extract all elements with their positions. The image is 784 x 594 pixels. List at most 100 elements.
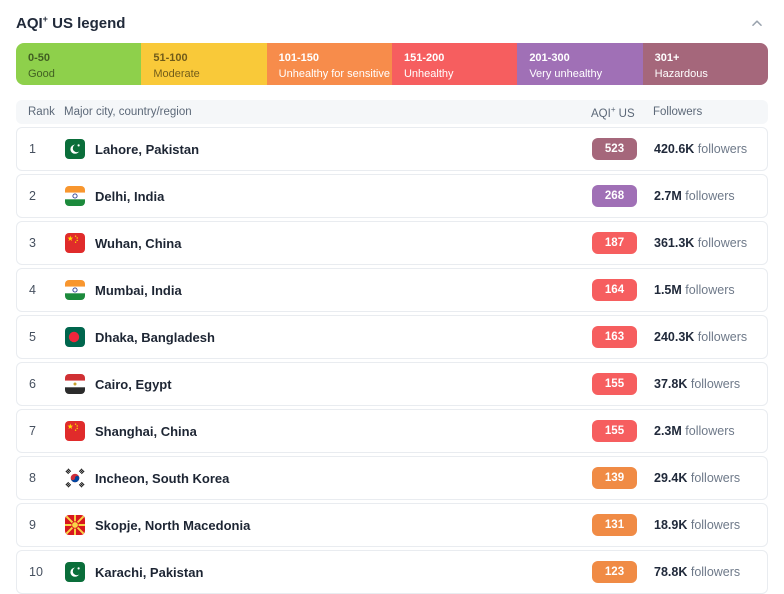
followers-count: 420.6K bbox=[654, 142, 694, 156]
column-header-aqi: AQI+ US bbox=[591, 105, 653, 120]
legend-segment: 101-150 Unhealthy for sensitive groups bbox=[267, 43, 392, 85]
legend-range: 51-100 bbox=[153, 50, 262, 67]
legend-label: Unhealthy bbox=[404, 67, 513, 83]
followers-count: 37.8K bbox=[654, 377, 687, 391]
legend-range: 151-200 bbox=[404, 50, 513, 67]
followers-cell: 18.9K followers bbox=[654, 518, 755, 532]
aqi-badge: 139 bbox=[592, 467, 637, 489]
legend-range: 101-150 bbox=[279, 50, 388, 67]
table-row[interactable]: 6 Cairo, Egypt 155 37.8K followers bbox=[16, 362, 768, 406]
table-row[interactable]: 7 Shanghai, China 155 2.3M followers bbox=[16, 409, 768, 453]
aqi-badge: 163 bbox=[592, 326, 637, 348]
flag-kr-icon bbox=[65, 468, 85, 488]
flag-in-icon bbox=[65, 186, 85, 206]
flag-pk-icon bbox=[65, 562, 85, 582]
page-title-suffix: US legend bbox=[48, 15, 126, 32]
followers-count: 78.8K bbox=[654, 565, 687, 579]
aqi-cell: 139 bbox=[592, 467, 654, 489]
city-cell: Incheon, South Korea bbox=[65, 468, 592, 488]
table-row[interactable]: 2 Delhi, India 268 2.7M followers bbox=[16, 174, 768, 218]
table-row[interactable]: 9 Skopje, North Macedonia 131 18.9K foll… bbox=[16, 503, 768, 547]
legend-segment: 201-300 Very unhealthy bbox=[517, 43, 642, 85]
table-row[interactable]: 4 Mumbai, India 164 1.5M followers bbox=[16, 268, 768, 312]
legend-label: Unhealthy for sensitive groups bbox=[279, 67, 388, 83]
flag-bd-icon bbox=[65, 327, 85, 347]
aqi-badge: 123 bbox=[592, 561, 637, 583]
rank-cell: 9 bbox=[29, 518, 65, 532]
followers-cell: 78.8K followers bbox=[654, 565, 755, 579]
followers-word: followers bbox=[698, 330, 747, 344]
aqi-badge: 155 bbox=[592, 420, 637, 442]
panel-header: AQI+ US legend bbox=[16, 10, 768, 36]
collapse-panel-button[interactable] bbox=[746, 12, 768, 34]
table-row[interactable]: 3 Wuhan, China 187 361.3K followers bbox=[16, 221, 768, 265]
city-name: Wuhan, China bbox=[95, 236, 181, 251]
followers-word: followers bbox=[685, 283, 734, 297]
table-body: 1 Lahore, Pakistan 523 420.6K followers … bbox=[16, 127, 768, 594]
page-title: AQI+ US legend bbox=[16, 14, 125, 32]
aqi-cell: 131 bbox=[592, 514, 654, 536]
followers-cell: 2.7M followers bbox=[654, 189, 755, 203]
followers-word: followers bbox=[691, 377, 740, 391]
city-name: Skopje, North Macedonia bbox=[95, 518, 250, 533]
city-name: Shanghai, China bbox=[95, 424, 197, 439]
city-ranking-table: Rank Major city, country/region AQI+ US … bbox=[16, 100, 768, 594]
rank-cell: 4 bbox=[29, 283, 65, 297]
legend-label: Hazardous bbox=[655, 67, 764, 83]
legend-label: Good bbox=[28, 67, 137, 83]
flag-eg-icon bbox=[65, 374, 85, 394]
aqi-legend-panel: AQI+ US legend 0-50 Good 51-100 Moderate… bbox=[0, 0, 784, 594]
city-name: Incheon, South Korea bbox=[95, 471, 229, 486]
aqi-cell: 164 bbox=[592, 279, 654, 301]
followers-count: 2.3M bbox=[654, 424, 682, 438]
table-row[interactable]: 1 Lahore, Pakistan 523 420.6K followers bbox=[16, 127, 768, 171]
aqi-badge: 131 bbox=[592, 514, 637, 536]
aqi-badge: 523 bbox=[592, 138, 637, 160]
aqi-cell: 163 bbox=[592, 326, 654, 348]
table-row[interactable]: 8 Incheon, South Korea 139 29.4K followe… bbox=[16, 456, 768, 500]
city-cell: Skopje, North Macedonia bbox=[65, 515, 592, 535]
followers-word: followers bbox=[691, 471, 740, 485]
followers-count: 18.9K bbox=[654, 518, 687, 532]
aqi-badge: 268 bbox=[592, 185, 637, 207]
followers-cell: 240.3K followers bbox=[654, 330, 755, 344]
column-header-followers: Followers bbox=[653, 106, 756, 118]
legend-range: 0-50 bbox=[28, 50, 137, 67]
city-name: Mumbai, India bbox=[95, 283, 182, 298]
legend-segment: 0-50 Good bbox=[16, 43, 141, 85]
followers-count: 29.4K bbox=[654, 471, 687, 485]
rank-cell: 2 bbox=[29, 189, 65, 203]
flag-cn-icon bbox=[65, 233, 85, 253]
rank-cell: 1 bbox=[29, 142, 65, 156]
city-cell: Cairo, Egypt bbox=[65, 374, 592, 394]
legend-label: Moderate bbox=[153, 67, 262, 83]
city-cell: Wuhan, China bbox=[65, 233, 592, 253]
flag-pk-icon bbox=[65, 139, 85, 159]
followers-cell: 420.6K followers bbox=[654, 142, 755, 156]
table-row[interactable]: 5 Dhaka, Bangladesh 163 240.3K followers bbox=[16, 315, 768, 359]
aqi-cell: 268 bbox=[592, 185, 654, 207]
legend-range: 201-300 bbox=[529, 50, 638, 67]
followers-word: followers bbox=[685, 424, 734, 438]
followers-word: followers bbox=[698, 142, 747, 156]
followers-word: followers bbox=[691, 518, 740, 532]
rank-cell: 6 bbox=[29, 377, 65, 391]
aqi-badge: 187 bbox=[592, 232, 637, 254]
aqi-badge: 155 bbox=[592, 373, 637, 395]
page-title-text: AQI bbox=[16, 15, 43, 32]
city-name: Lahore, Pakistan bbox=[95, 142, 199, 157]
aqi-cell: 123 bbox=[592, 561, 654, 583]
city-name: Delhi, India bbox=[95, 189, 164, 204]
city-cell: Mumbai, India bbox=[65, 280, 592, 300]
legend-segment: 301+ Hazardous bbox=[643, 43, 768, 85]
table-row[interactable]: 10 Karachi, Pakistan 123 78.8K followers bbox=[16, 550, 768, 594]
column-header-city: Major city, country/region bbox=[64, 106, 591, 118]
legend-segment: 51-100 Moderate bbox=[141, 43, 266, 85]
followers-word: followers bbox=[691, 565, 740, 579]
followers-count: 2.7M bbox=[654, 189, 682, 203]
chevron-up-icon bbox=[748, 20, 766, 35]
rank-cell: 10 bbox=[29, 565, 65, 579]
flag-cn-icon bbox=[65, 421, 85, 441]
city-name: Cairo, Egypt bbox=[95, 377, 172, 392]
aqi-cell: 523 bbox=[592, 138, 654, 160]
